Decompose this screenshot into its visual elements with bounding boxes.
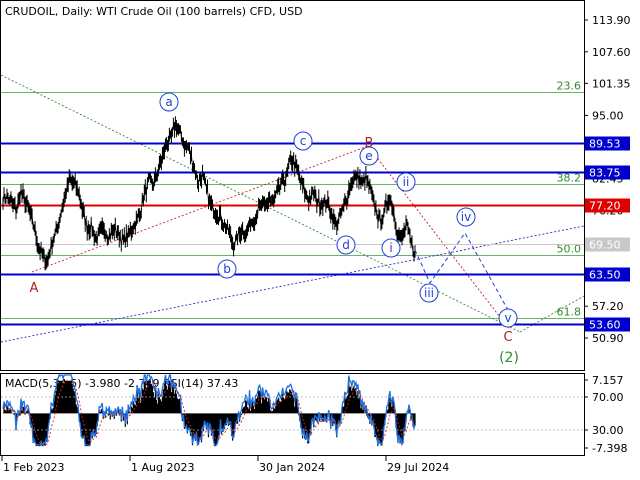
wave-iv-label: iv: [461, 210, 471, 224]
time-tick-label-3: 29 Jul 2024: [387, 461, 449, 474]
indicator-tick-label-3: -7.398: [592, 442, 627, 455]
wave-B-label: B: [365, 136, 374, 151]
indicator-tick-label-2: 30.00: [592, 424, 624, 437]
price-tick-label-8: 50.90: [592, 332, 624, 345]
wave-e-label: e: [365, 149, 372, 163]
wave-C-label: C: [503, 330, 512, 345]
fib-label-0: 23.6: [557, 80, 582, 93]
time-tick-label-1: 1 Aug 2023: [131, 461, 194, 474]
fib-label-3: 61.8: [557, 306, 582, 319]
price-tick-label-1: 107.60: [592, 46, 631, 59]
wave-i-label: i: [389, 241, 392, 255]
indicator-tick-label-0: 7.157: [592, 374, 624, 387]
time-axis: 1 Feb 2023 1 Aug 2023 30 Jan 2024 29 Jul 20…: [1, 456, 449, 474]
level-tag-text-4: 63.50: [589, 269, 621, 282]
indicator-label: MACD(5,34,5) -3.980 -2.749 RSI(14) 37.43: [5, 377, 238, 390]
wave-ii-label: ii: [403, 175, 410, 189]
price-tick-label-0: 113.90: [592, 14, 631, 27]
price-chart: CRUDOIL, Daily: WTI Crude Oil (100 barre…: [0, 0, 631, 474]
level-tag-text-5: 53.60: [589, 319, 621, 332]
wave-b-label: b: [223, 262, 231, 276]
price-tick-label-2: 101.35: [592, 77, 631, 90]
level-tag-text-0: 89.53: [589, 138, 621, 151]
level-tag-text-1: 83.75: [589, 167, 621, 180]
level-tag-text-2: 77.20: [589, 200, 621, 213]
time-tick-label-0: 1 Feb 2023: [3, 461, 64, 474]
main-plot-frame: [0, 0, 585, 371]
wave-2-label: (2): [499, 350, 519, 366]
indicator-tick-label-1: 70.00: [592, 391, 624, 404]
wave-d-label: d: [342, 238, 350, 252]
wave-iii-label: iii: [424, 286, 434, 300]
price-tick-label-7: 57.20: [592, 300, 624, 313]
price-tick-label-3: 95.00: [592, 109, 624, 122]
wave-A-label: A: [30, 281, 39, 296]
level-tag-text-3: 69.50: [589, 239, 621, 252]
time-tick-label-2: 30 Jan 2024: [259, 461, 325, 474]
wave-v-label: v: [504, 311, 511, 325]
wave-a-label: a: [165, 95, 172, 109]
wave-c-label: c: [300, 134, 307, 148]
chart-title: CRUDOIL, Daily: WTI Crude Oil (100 barre…: [5, 5, 303, 18]
